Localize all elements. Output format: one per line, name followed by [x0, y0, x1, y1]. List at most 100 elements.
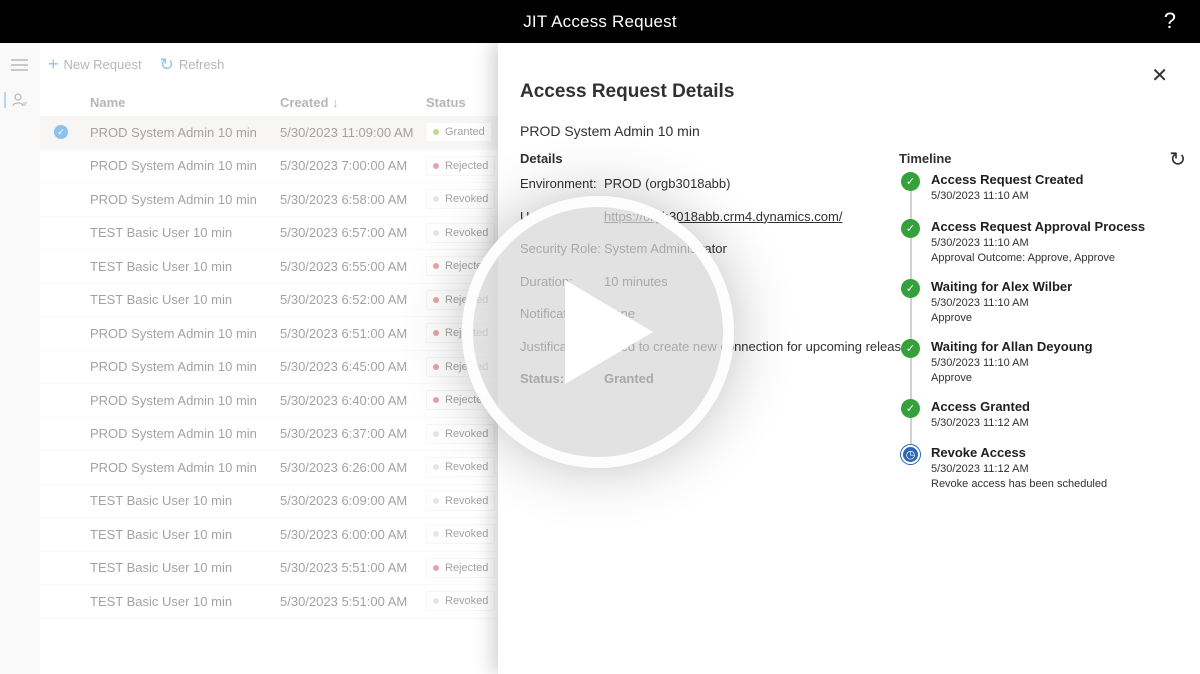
column-header-status[interactable]: Status — [426, 95, 500, 110]
checkmark-icon: ✓ — [901, 339, 920, 358]
close-icon[interactable]: ✕ — [1151, 63, 1168, 88]
timeline-item-date: 5/30/2023 11:12 AM — [931, 417, 1029, 429]
status-badge: Rejected — [426, 557, 496, 578]
hamburger-icon[interactable] — [11, 59, 28, 71]
row-created: 5/30/2023 5:51:00 AM — [280, 593, 408, 609]
status-dot — [433, 263, 439, 270]
column-header-created[interactable]: Created ↓ — [280, 95, 426, 110]
table-row[interactable]: PROD System Admin 10 min 5/30/2023 6:51:0… — [40, 317, 500, 351]
checkmark-icon: ✓ — [901, 172, 920, 191]
help-icon[interactable]: ? — [1164, 8, 1176, 34]
status-dot — [433, 497, 439, 504]
row-created: 5/30/2023 6:26:00 AM — [280, 459, 408, 475]
status-dot — [433, 430, 439, 437]
refresh-button[interactable]: ↻ Refresh — [160, 56, 225, 73]
row-name: TEST Basic User 10 min — [90, 593, 233, 609]
row-status: Revoked — [426, 189, 500, 210]
table-row[interactable]: PROD System Admin 10 min 5/30/2023 6:45:0… — [40, 351, 500, 384]
row-status: Revoked — [426, 423, 500, 444]
timeline-item-title: Revoke Access — [931, 445, 1026, 460]
request-list-view: + New Request ↻ Refresh Name Created ↓ S… — [40, 43, 500, 674]
grid-body: ✓ PROD System Admin 10 min 5/30/2023 11:09… — [40, 116, 500, 619]
status-badge: Revoked — [426, 490, 496, 511]
checkmark-icon: ✓ — [54, 125, 68, 140]
status-dot — [433, 531, 439, 538]
table-row[interactable]: ✓ PROD System Admin 10 min 5/30/2023 11:09… — [40, 116, 500, 150]
row-created: 5/30/2023 11:09:00 AM — [280, 124, 414, 140]
row-name: PROD System Admin 10 min — [90, 191, 257, 207]
status-dot — [433, 196, 439, 203]
row-created: 5/30/2023 6:51:00 AM — [280, 325, 408, 341]
table-row[interactable]: TEST Basic User 10 min 5/30/2023 6:09:00 … — [40, 485, 500, 518]
timeline-item-title: Waiting for Alex Wilber — [931, 279, 1073, 294]
table-row[interactable]: PROD System Admin 10 min 5/30/2023 6:40:0… — [40, 384, 500, 418]
status-dot — [433, 564, 439, 571]
status-dot — [433, 598, 439, 605]
table-row[interactable]: PROD System Admin 10 min 5/30/2023 6:37:0… — [40, 418, 500, 451]
status-text: Revoked — [445, 494, 489, 507]
timeline-item-note: Approval Outcome: Approve, Approve — [931, 252, 1116, 264]
row-name: PROD System Admin 10 min — [90, 426, 257, 442]
nav-item-my-requests[interactable] — [0, 90, 40, 110]
row-status: Revoked — [426, 222, 500, 243]
status-badge: Revoked — [426, 222, 496, 243]
status-dot — [433, 363, 439, 370]
row-status: Revoked — [426, 524, 500, 545]
status-text: Granted — [445, 126, 485, 139]
row-status: Revoked — [426, 457, 500, 478]
requests-grid: Name Created ↓ Status ✓ PROD System Admin… — [40, 88, 500, 619]
timeline-item-title: Waiting for Allan Deyoung — [931, 339, 1093, 354]
row-name: TEST Basic User 10 min — [90, 493, 233, 509]
person-icon — [12, 93, 27, 107]
table-row[interactable]: TEST Basic User 10 min 5/30/2023 6:00:00 … — [40, 518, 500, 552]
row-name: PROD System Admin 10 min — [90, 325, 257, 341]
plus-icon: + — [48, 54, 59, 74]
table-row[interactable]: PROD System Admin 10 min 5/30/2023 7:00:0… — [40, 150, 500, 183]
timeline-item-title: Access Granted — [931, 399, 1030, 414]
detail-key: Environment: — [520, 176, 597, 191]
status-dot — [433, 229, 439, 236]
new-request-label: New Request — [63, 56, 142, 72]
row-created: 5/30/2023 6:09:00 AM — [280, 493, 408, 509]
status-text: Rejected — [445, 561, 489, 574]
table-row[interactable]: TEST Basic User 10 min 5/30/2023 6:57:00 … — [40, 217, 500, 250]
checkmark-icon: ✓ — [901, 279, 920, 298]
status-dot — [433, 162, 439, 169]
column-header-name[interactable]: Name — [90, 95, 280, 110]
status-badge: Revoked — [426, 457, 496, 478]
row-created: 5/30/2023 6:37:00 AM — [280, 426, 408, 442]
status-badge: Revoked — [426, 524, 496, 545]
status-dot — [433, 464, 439, 471]
row-created: 5/30/2023 5:51:00 AM — [280, 560, 408, 576]
table-row[interactable]: PROD System Admin 10 min 5/30/2023 6:26:0… — [40, 451, 500, 485]
table-row[interactable]: TEST Basic User 10 min 5/30/2023 5:51:00 … — [40, 585, 500, 619]
panel-title: Access Request Details — [520, 81, 735, 102]
timeline-item-date: 5/30/2023 11:10 AM — [931, 237, 1029, 249]
refresh-icon: ↻ — [159, 54, 174, 74]
status-dot — [433, 330, 439, 337]
table-row[interactable]: PROD System Admin 10 min 5/30/2023 6:58:0… — [40, 183, 500, 217]
row-select-cell[interactable]: ✓ — [40, 125, 90, 140]
video-play-button[interactable] — [462, 196, 734, 468]
timeline-item-note: Revoke access has been scheduled — [931, 478, 1108, 490]
refresh-label: Refresh — [178, 56, 225, 72]
table-row[interactable]: TEST Basic User 10 min 5/30/2023 5:51:00 … — [40, 552, 500, 585]
row-status: Revoked — [426, 490, 500, 511]
grid-header: Name Created ↓ Status — [40, 88, 500, 116]
status-badge: Revoked — [426, 423, 496, 444]
row-name: PROD System Admin 10 min — [90, 359, 257, 375]
status-text: Revoked — [445, 461, 489, 474]
status-text: Revoked — [445, 528, 489, 541]
detail-row: Environment: PROD (orgb3018abb) — [520, 176, 730, 191]
new-request-button[interactable]: + New Request — [48, 55, 142, 73]
row-created: 5/30/2023 7:00:00 AM — [280, 158, 408, 174]
request-name: PROD System Admin 10 min — [520, 123, 700, 139]
table-row[interactable]: TEST Basic User 10 min 5/30/2023 6:55:00 … — [40, 250, 500, 284]
timeline-refresh-icon[interactable]: ↻ — [1169, 147, 1186, 172]
row-name: TEST Basic User 10 min — [90, 225, 233, 241]
row-status: Rejected — [426, 557, 500, 578]
row-name: TEST Basic User 10 min — [90, 526, 233, 542]
row-status: Rejected — [426, 155, 500, 176]
status-dot — [433, 296, 439, 303]
table-row[interactable]: TEST Basic User 10 min 5/30/2023 6:52:00 … — [40, 284, 500, 317]
